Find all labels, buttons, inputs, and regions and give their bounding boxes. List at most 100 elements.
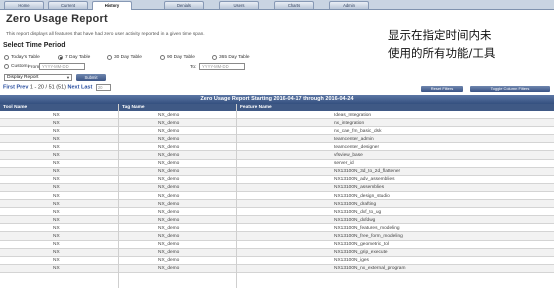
table-row[interactable]: NX NX_demo teamcenter_admin xyxy=(0,135,554,144)
reset-filters-button[interactable]: Reset Filters xyxy=(421,86,463,92)
table-row[interactable]: NX NX_demo NX13100N_nx_external_program xyxy=(0,264,554,273)
column-header-tag-name[interactable]: Tag Name xyxy=(122,105,145,110)
feature-name-cell: NX13100N_grip_execute xyxy=(334,250,388,256)
table-row[interactable]: NX NX_demo Ideas_Integration xyxy=(0,111,554,120)
radio-365-day[interactable]: 365 Day Table xyxy=(212,55,250,60)
feature-name-cell: NX13100N_drafting xyxy=(334,201,377,207)
annotation-text: 显示在指定时间内未 使用的所有功能/工具 xyxy=(388,26,495,62)
radio-7-day[interactable]: 7 Day Table xyxy=(58,55,90,60)
radio-dot[interactable] xyxy=(4,64,9,69)
annotation-line-1: 显示在指定时间内未 xyxy=(388,28,492,42)
report-description: This report displays all features that h… xyxy=(6,32,205,37)
display-mode-value: Display Report xyxy=(7,75,39,80)
table-row[interactable]: NX NX_demo NX13100N_design_studio xyxy=(0,192,554,201)
tag-name-cell: NX_demo xyxy=(158,169,180,175)
toggle-column-filters-button[interactable]: Toggle Column Filters xyxy=(470,86,550,92)
tag-name-cell: NX_demo xyxy=(158,144,180,150)
table-row[interactable]: NX NX_demo NX13100N_iges xyxy=(0,257,554,265)
tab-current[interactable]: Current xyxy=(48,1,88,9)
table-row[interactable]: NX NX_demo NX13100N_grip_execute xyxy=(0,248,554,257)
pager-prev-link[interactable]: Prev xyxy=(16,85,28,91)
table-row[interactable]: NX NX_demo NX13100N_free_form_modeling xyxy=(0,232,554,241)
radio-today[interactable]: Today's Table xyxy=(4,55,40,60)
tool-name-cell: NX xyxy=(53,112,60,118)
feature-name-cell: nx_cae_fm_basic_dsk xyxy=(334,128,382,134)
tag-name-cell: NX_demo xyxy=(158,209,180,215)
tag-name-cell: NX_demo xyxy=(158,112,180,118)
table-row[interactable]: NX NX_demo server_id xyxy=(0,160,554,168)
table-row[interactable]: NX NX_demo NX13100N_geometric_tol xyxy=(0,241,554,249)
radio-dot[interactable] xyxy=(107,55,112,60)
tag-name-cell: NX_demo xyxy=(158,266,180,272)
page-size-select[interactable]: 20 xyxy=(95,84,111,91)
radio-dot[interactable] xyxy=(58,55,63,60)
tag-name-cell: NX_demo xyxy=(158,201,180,207)
table-row[interactable]: NX NX_demo nx_integration xyxy=(0,119,554,128)
submit-button[interactable]: Submit xyxy=(76,74,106,81)
table-body: NX NX_demo Ideas_Integration NX NX_demo nx_in… xyxy=(0,111,554,273)
feature-name-cell: NX13100N_dxf_to_ug xyxy=(334,209,382,215)
tag-name-cell: NX_demo xyxy=(158,161,180,167)
radio-dot[interactable] xyxy=(212,55,217,60)
tag-name-cell: NX_demo xyxy=(158,136,180,142)
table-row[interactable]: NX NX_demo NX13100N_features_modeling xyxy=(0,224,554,233)
tool-name-cell: NX xyxy=(53,209,60,215)
tool-name-cell: NX xyxy=(53,128,60,134)
tab-home[interactable]: Home xyxy=(4,1,44,9)
page-title: Zero Usage Report xyxy=(6,13,108,25)
feature-name-cell: NX13100N_dxfdwg xyxy=(334,217,376,223)
tool-name-cell: NX xyxy=(53,250,60,256)
feature-name-cell: NX13100N_geometric_tol xyxy=(334,242,389,248)
pager-next-link[interactable]: Next xyxy=(68,85,80,91)
feature-name-cell: Ideas_Integration xyxy=(334,112,372,118)
feature-name-cell: NX13100N_iges xyxy=(334,258,369,264)
pagination: First Prev 1 - 20 / 51 (51) Next Last 20 xyxy=(3,84,303,92)
table-row[interactable]: NX NX_demo NX13100N_dxfdwg xyxy=(0,216,554,225)
tab-charts[interactable]: Charts xyxy=(274,1,314,9)
table-row[interactable]: NX NX_demo nx_cae_fm_basic_dsk xyxy=(0,127,554,136)
tag-name-cell: NX_demo xyxy=(158,242,180,248)
tool-name-cell: NX xyxy=(53,136,60,142)
tag-name-cell: NX_demo xyxy=(158,128,180,134)
radio-dot[interactable] xyxy=(160,55,165,60)
table-row[interactable]: NX NX_demo vfsview_base xyxy=(0,151,554,160)
feature-name-cell: NX13100N_nx_external_program xyxy=(334,266,406,272)
feature-name-cell: NX13100N_adv_assemblies xyxy=(334,177,395,183)
tab-admin[interactable]: Admin xyxy=(329,1,369,9)
pager-last-link[interactable]: Last xyxy=(81,85,92,91)
feature-name-cell: NX13100N_3d_to_2d_flattener xyxy=(334,169,401,175)
tab-history[interactable]: History xyxy=(92,1,132,10)
to-date-input[interactable]: YYYY-MM-DD xyxy=(199,63,245,70)
radio-90-day[interactable]: 90 Day Table xyxy=(160,55,195,60)
column-header-tool-name[interactable]: Tool Name xyxy=(3,105,27,110)
table-row[interactable]: NX NX_demo teamcenter_designer xyxy=(0,143,554,152)
tool-name-cell: NX xyxy=(53,153,60,159)
tab-users[interactable]: Users xyxy=(219,1,259,9)
table-row[interactable]: NX NX_demo NX13100N_assemblies xyxy=(0,183,554,192)
radio-30-day[interactable]: 30 Day Table xyxy=(107,55,142,60)
feature-name-cell: teamcenter_designer xyxy=(334,144,380,150)
tool-name-cell: NX xyxy=(53,161,60,167)
table-row[interactable]: NX NX_demo NX13100N_drafting xyxy=(0,200,554,209)
table-row[interactable]: NX NX_demo NX13100N_3d_to_2d_flattener xyxy=(0,167,554,176)
radio-dot[interactable] xyxy=(4,55,9,60)
table-row[interactable]: NX NX_demo NX13100N_dxf_to_ug xyxy=(0,208,554,217)
pager-first-link[interactable]: First xyxy=(3,85,15,91)
tool-name-cell: NX xyxy=(53,225,60,231)
tag-name-cell: NX_demo xyxy=(158,185,180,191)
tab-denials[interactable]: Denials xyxy=(164,1,204,9)
feature-name-cell: NX13100N_features_modeling xyxy=(334,225,400,231)
feature-name-cell: teamcenter_admin xyxy=(334,136,374,142)
annotation-line-2: 使用的所有功能/工具 xyxy=(388,46,496,60)
tag-name-cell: NX_demo xyxy=(158,153,180,159)
tag-name-cell: NX_demo xyxy=(158,258,180,264)
tool-name-cell: NX xyxy=(53,185,60,191)
radio-custom[interactable]: Custom: xyxy=(4,64,29,69)
column-header-feature-name[interactable]: Feature Name xyxy=(240,105,272,110)
table-row[interactable]: NX NX_demo NX13100N_adv_assemblies xyxy=(0,176,554,184)
feature-name-cell: NX13100N_assemblies xyxy=(334,185,385,191)
display-mode-select[interactable]: Display Report ▼ xyxy=(4,74,72,81)
from-date-input[interactable]: YYYY-MM-DD xyxy=(39,63,85,70)
chevron-down-icon: ▼ xyxy=(66,75,70,80)
tool-name-cell: NX xyxy=(53,201,60,207)
